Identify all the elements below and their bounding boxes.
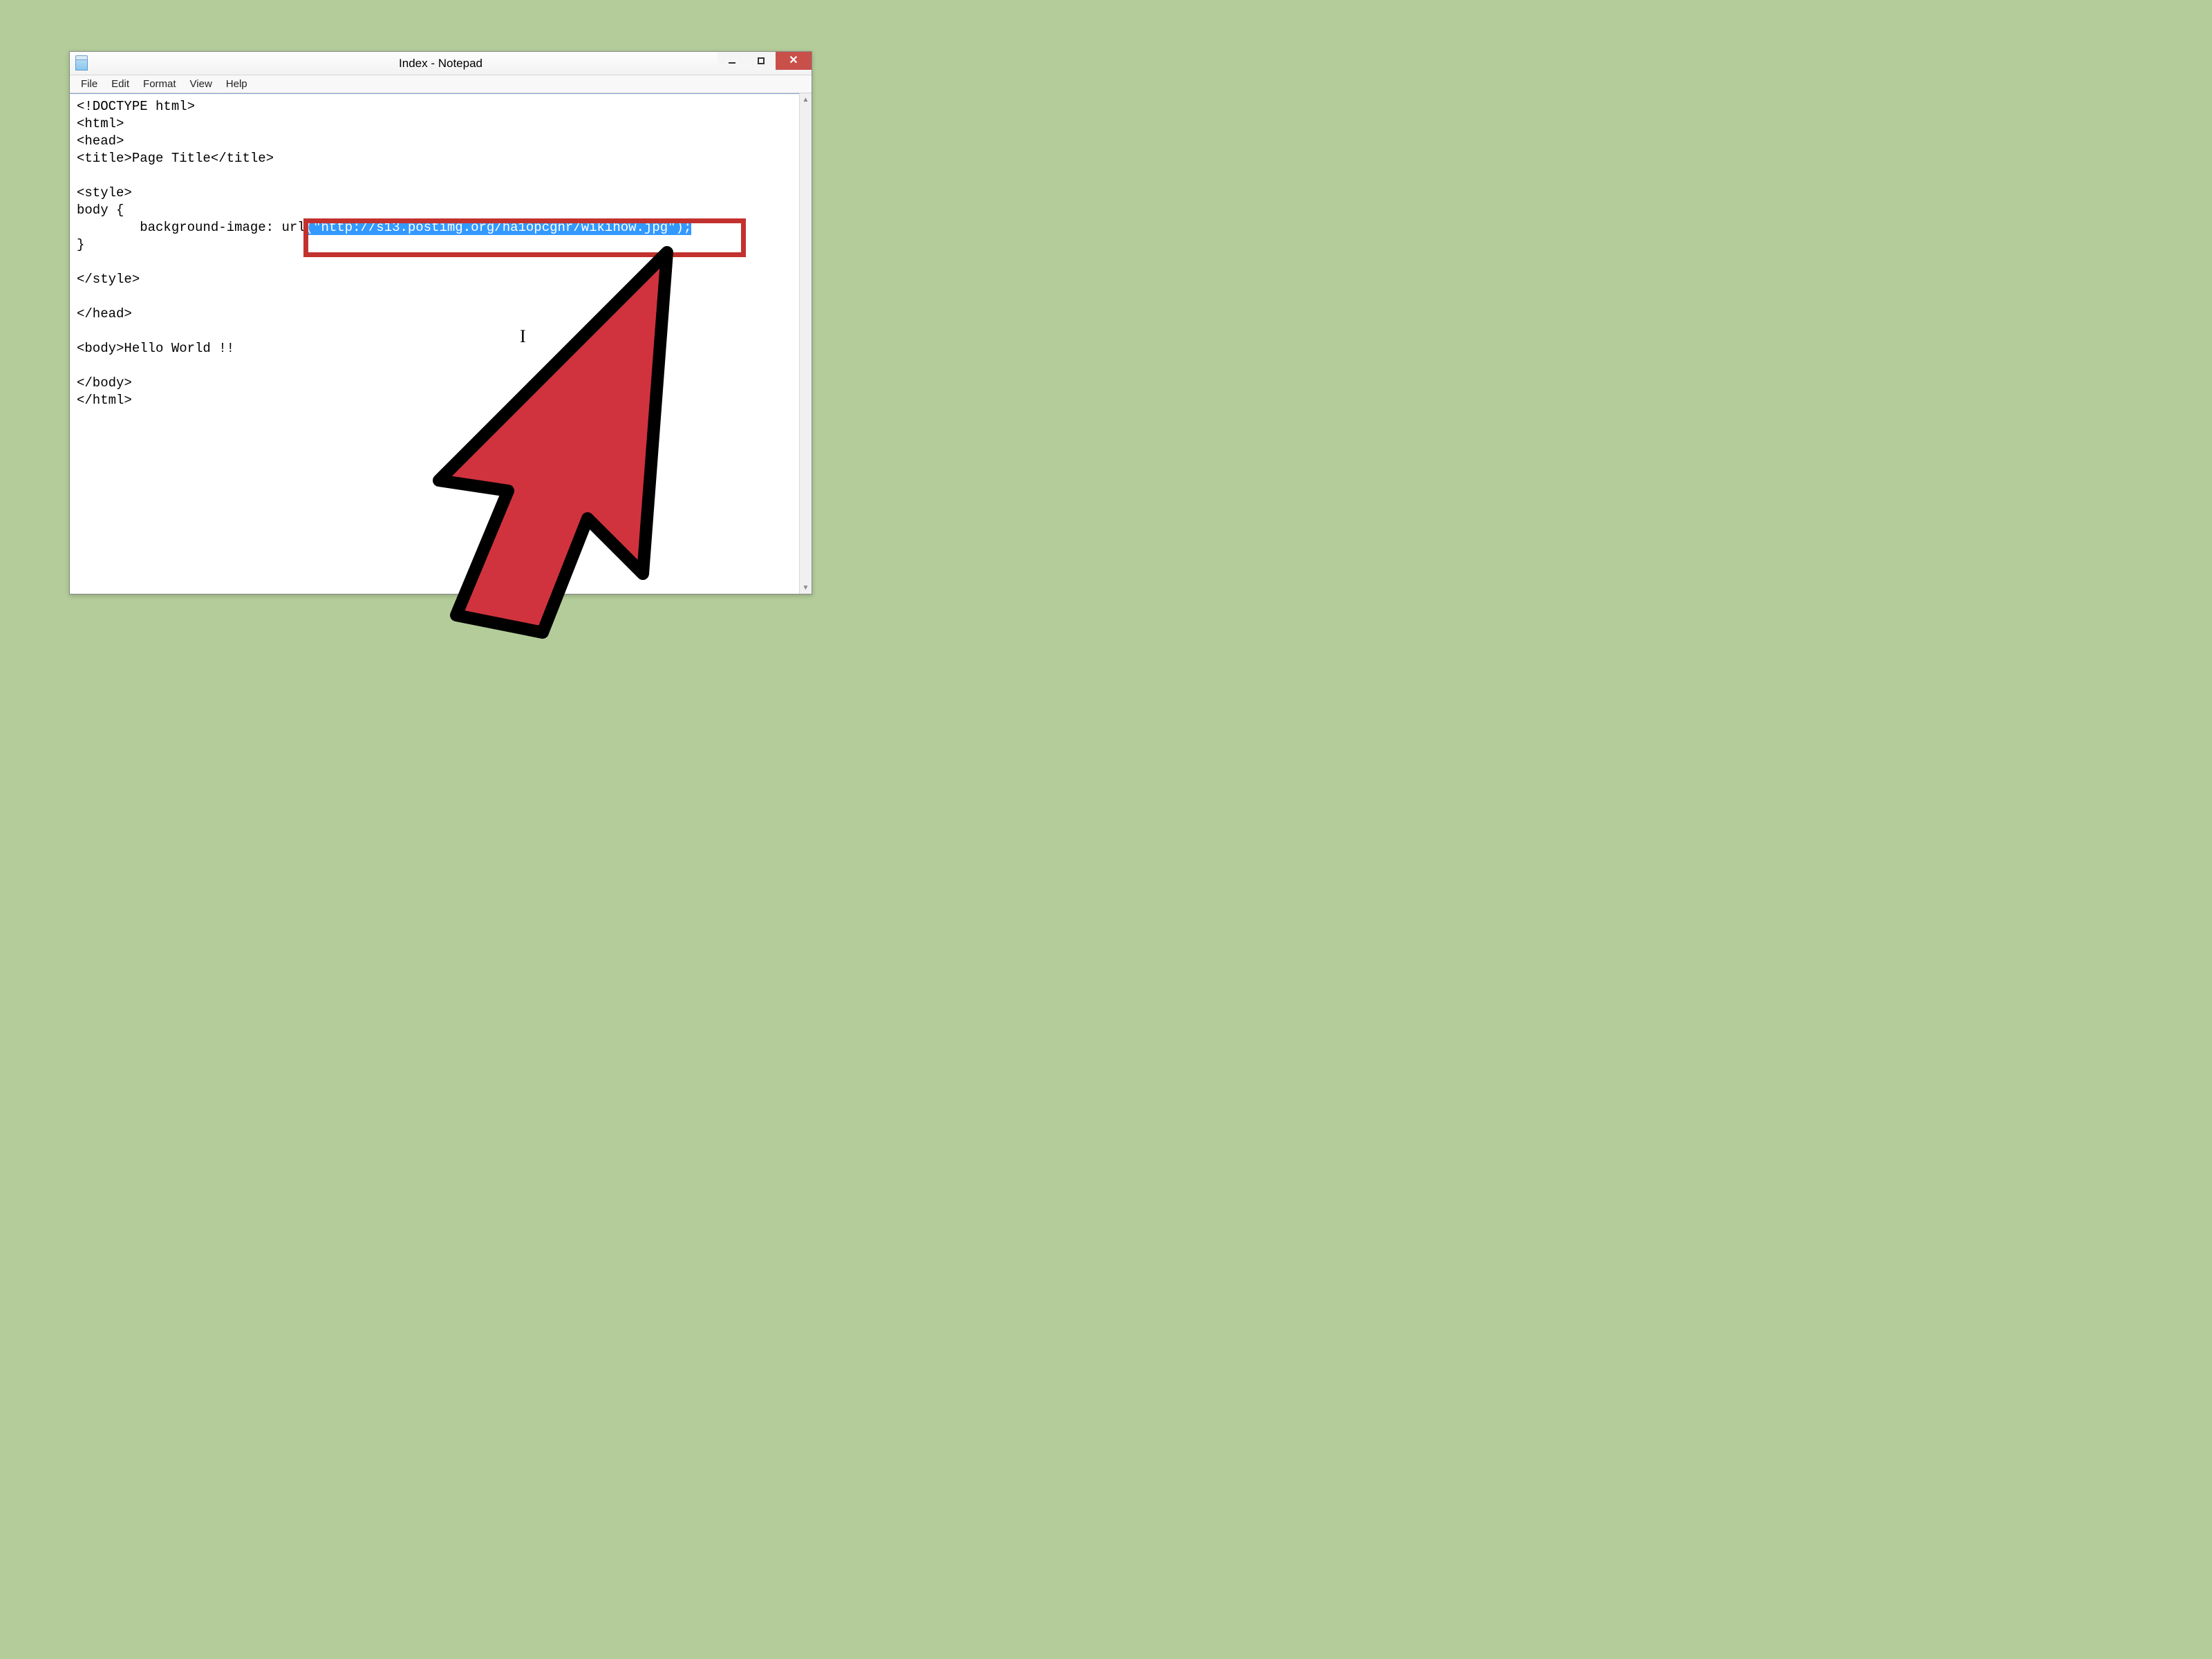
code-line: </html> [77, 393, 132, 408]
code-line: </head> [77, 306, 132, 321]
maximize-icon [758, 57, 765, 64]
window-title: Index - Notepad [70, 57, 812, 71]
menu-help[interactable]: Help [219, 77, 254, 91]
code-line: <style> [77, 185, 132, 200]
code-line: <!DOCTYPE html> [77, 99, 195, 114]
menu-format[interactable]: Format [136, 77, 183, 91]
close-button[interactable]: ✕ [776, 52, 812, 70]
code-line: <title>Page Title</title> [77, 151, 274, 166]
minimize-icon [729, 62, 735, 64]
maximize-button[interactable] [747, 52, 776, 70]
code-line: </style> [77, 272, 140, 287]
menubar: File Edit Format View Help [70, 75, 812, 93]
code-line: body { [77, 203, 124, 218]
scroll-up-icon[interactable]: ▲ [800, 93, 812, 106]
menu-edit[interactable]: Edit [104, 77, 136, 91]
code-line: } [77, 237, 84, 252]
minimize-button[interactable] [718, 52, 747, 70]
vertical-scrollbar[interactable]: ▲ ▼ [799, 93, 812, 594]
scroll-down-icon[interactable]: ▼ [800, 581, 812, 594]
notepad-icon [75, 57, 88, 71]
code-line: <html> [77, 116, 124, 131]
window-controls: ✕ [718, 52, 812, 70]
titlebar[interactable]: Index - Notepad ✕ [70, 52, 812, 75]
code-line: <body>Hello World !! [77, 341, 234, 356]
close-icon: ✕ [789, 55, 798, 66]
menu-file[interactable]: File [74, 77, 104, 91]
code-line: background-image: url [77, 220, 306, 235]
code-line: <head> [77, 133, 124, 149]
notepad-window: Index - Notepad ✕ File Edit Format View … [69, 51, 812, 594]
editor-textarea[interactable]: <!DOCTYPE html> <html> <head> <title>Pag… [70, 93, 799, 594]
menu-view[interactable]: View [183, 77, 219, 91]
selected-code: ("http://s13.postimg.org/ha1opcgnr/wikih… [306, 220, 692, 235]
code-line: </body> [77, 375, 132, 391]
